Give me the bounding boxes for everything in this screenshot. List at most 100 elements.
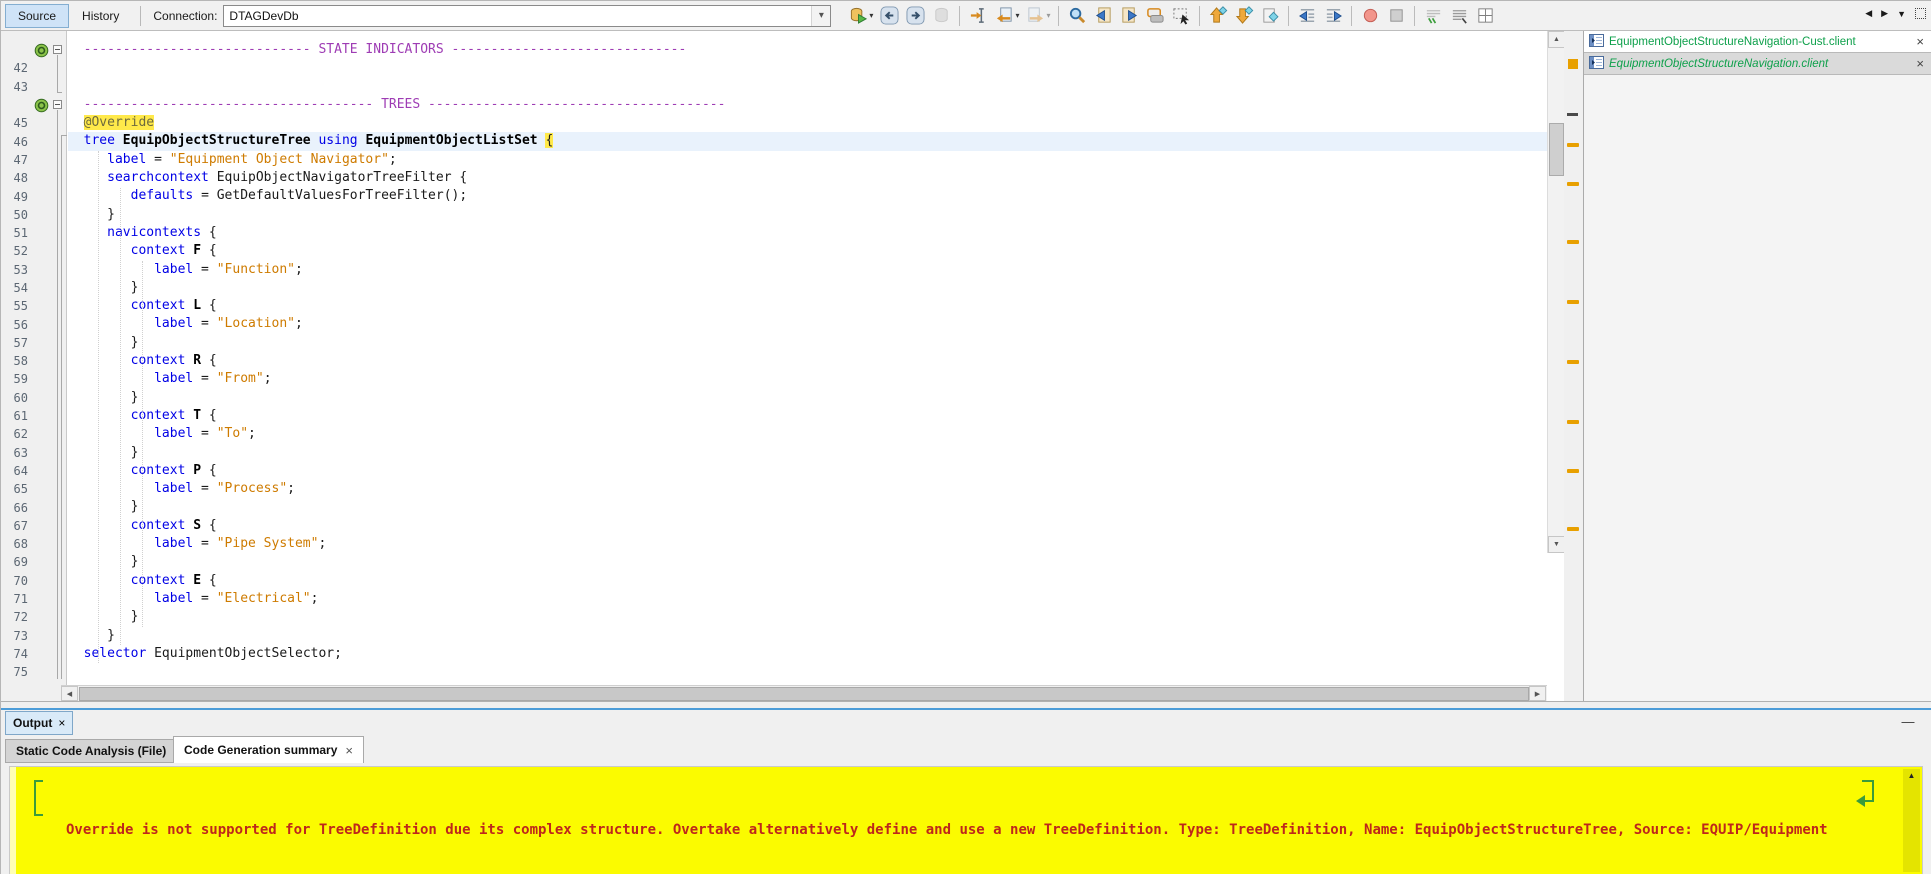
code-line[interactable]: 43 <box>1 78 1547 96</box>
code-line[interactable]: 70 context E { <box>1 572 1547 590</box>
warning-mark[interactable] <box>1567 143 1579 147</box>
editor-horizontal-scrollbar[interactable]: ◀ ▶ <box>61 685 1547 701</box>
caret-position-mark[interactable] <box>1567 113 1578 116</box>
document-tab-cust-client[interactable]: EquipmentObjectStructureNavigation-Cust.… <box>1584 31 1931 53</box>
code-line[interactable]: 58 context R { <box>1 352 1547 370</box>
scroll-right-icon[interactable]: ▶ <box>1529 686 1546 701</box>
warning-mark[interactable] <box>1567 240 1579 244</box>
navigate-forward-button[interactable] <box>902 3 928 29</box>
error-stripe-summary-mark[interactable] <box>1568 59 1578 69</box>
toggle-rectangular-selection-button[interactable] <box>1168 3 1194 29</box>
vertical-scrollbar-thumb[interactable] <box>1549 123 1564 176</box>
code-line[interactable]: 42 <box>1 59 1547 77</box>
code-line[interactable]: 64 context P { <box>1 462 1547 480</box>
warning-mark[interactable] <box>1567 360 1579 364</box>
history-tab[interactable]: History <box>69 4 132 28</box>
warning-mark[interactable] <box>1567 420 1579 424</box>
shift-line-right-button[interactable] <box>1320 3 1346 29</box>
toggle-bookmark-button[interactable] <box>1257 3 1283 29</box>
code-line[interactable]: 50 } <box>1 206 1547 224</box>
navigate-back-button[interactable] <box>876 3 902 29</box>
tab-list-icon[interactable]: ▼ <box>1897 9 1906 19</box>
run-database-button[interactable]: ▾ <box>845 3 876 29</box>
jump-forward-button[interactable]: ▾ <box>1022 3 1053 29</box>
document-tab-base-client[interactable]: EquipmentObjectStructureNavigation.clien… <box>1584 53 1931 75</box>
warning-mark[interactable] <box>1567 469 1579 473</box>
code-line[interactable]: 59 label = "From"; <box>1 370 1547 388</box>
code-line[interactable]: ----------------------------- STATE INDI… <box>1 41 1547 59</box>
database-disabled-button[interactable] <box>928 3 954 29</box>
start-macro-recording-button[interactable] <box>1357 3 1383 29</box>
warning-mark[interactable] <box>1567 300 1579 304</box>
shift-line-left-button[interactable] <box>1294 3 1320 29</box>
scroll-up-icon[interactable]: ▲ <box>1903 771 1920 780</box>
code-line[interactable]: 67 context S { <box>1 517 1547 535</box>
scroll-up-icon[interactable]: ▲ <box>1548 31 1565 48</box>
horizontal-scrollbar-thumb[interactable] <box>79 687 1529 701</box>
code-line[interactable]: 57 } <box>1 334 1547 352</box>
warning-mark[interactable] <box>1567 182 1579 186</box>
code-line[interactable]: 61 context T { <box>1 407 1547 425</box>
code-line[interactable]: 66 } <box>1 498 1547 516</box>
code-line[interactable]: 60 } <box>1 389 1547 407</box>
chevron-down-icon[interactable]: ▾ <box>811 6 830 26</box>
code-line[interactable]: 51 navicontexts { <box>1 224 1547 242</box>
code-line[interactable]: 52 context F { <box>1 242 1547 260</box>
panel-splitter[interactable] <box>1 701 1931 708</box>
comment-button[interactable] <box>1420 3 1446 29</box>
code-line[interactable]: 62 label = "To"; <box>1 425 1547 443</box>
code-line[interactable]: 47 label = "Equipment Object Navigator"; <box>1 151 1547 169</box>
next-bookmark-button[interactable] <box>1231 3 1257 29</box>
code-line[interactable]: 72 } <box>1 608 1547 626</box>
code-line[interactable]: 74 selector EquipmentObjectSelector; <box>1 645 1547 663</box>
code-line[interactable]: 65 label = "Process"; <box>1 480 1547 498</box>
find-previous-occurrence-button[interactable] <box>1090 3 1116 29</box>
editor-vertical-scrollbar[interactable]: ▲ ▼ <box>1547 31 1564 553</box>
find-next-occurrence-button[interactable] <box>1116 3 1142 29</box>
code-line[interactable]: 54 } <box>1 279 1547 297</box>
output-vertical-scrollbar[interactable]: ▲ <box>1903 769 1920 872</box>
uncomment-button[interactable] <box>1446 3 1472 29</box>
code-line[interactable]: 49 defaults = GetDefaultValuesForTreeFil… <box>1 187 1547 205</box>
tab-scroll-left-icon[interactable]: ◀ <box>1865 8 1872 19</box>
dropdown-arrow-icon[interactable]: ▾ <box>1015 11 1019 20</box>
last-edit-location-button[interactable] <box>965 3 991 29</box>
code-line[interactable]: 75 <box>1 663 1547 681</box>
annotation-glyph-icon[interactable] <box>31 43 51 58</box>
stop-macro-recording-button[interactable] <box>1383 3 1409 29</box>
code-line[interactable]: 53 label = "Function"; <box>1 261 1547 279</box>
code-line[interactable]: 73 } <box>1 627 1547 645</box>
close-icon[interactable]: × <box>58 716 65 730</box>
tab-code-generation-summary[interactable]: Code Generation summary × <box>173 736 364 763</box>
fold-collapse-icon[interactable] <box>53 45 62 54</box>
code-line[interactable]: ------------------------------------- TR… <box>1 96 1547 114</box>
fold-collapse-icon[interactable] <box>53 100 62 109</box>
source-tab[interactable]: Source <box>5 4 69 28</box>
code-line[interactable]: 55 context L { <box>1 297 1547 315</box>
code-line[interactable]: 71 label = "Electrical"; <box>1 590 1547 608</box>
minimize-output-icon[interactable]: — <box>1896 713 1920 731</box>
maximize-window-icon[interactable] <box>1915 8 1926 19</box>
dropdown-arrow-icon[interactable]: ▾ <box>869 11 873 20</box>
code-line[interactable]: 68 label = "Pipe System"; <box>1 535 1547 553</box>
dropdown-arrow-icon[interactable]: ▾ <box>1046 11 1050 20</box>
close-icon[interactable]: × <box>1914 56 1926 71</box>
paste-formatted-button[interactable] <box>1472 3 1498 29</box>
code-line[interactable]: 48 searchcontext EquipObjectNavigatorTre… <box>1 169 1547 187</box>
close-icon[interactable]: × <box>345 743 353 758</box>
tab-static-code-analysis[interactable]: Static Code Analysis (File) × <box>5 739 193 763</box>
tab-scroll-right-icon[interactable]: ▶ <box>1881 8 1888 19</box>
code-line[interactable]: 45 @Override <box>1 114 1547 132</box>
jump-back-button[interactable]: ▾ <box>991 3 1022 29</box>
scroll-down-icon[interactable]: ▼ <box>1548 536 1565 553</box>
previous-bookmark-button[interactable] <box>1205 3 1231 29</box>
code-line[interactable]: 69 } <box>1 553 1547 571</box>
code-line[interactable]: 56 label = "Location"; <box>1 315 1547 333</box>
connection-select[interactable]: DTAGDevDb ▾ <box>223 5 831 27</box>
close-icon[interactable]: × <box>1914 34 1926 49</box>
find-button[interactable] <box>1064 3 1090 29</box>
output-window-tab[interactable]: Output × <box>5 711 73 735</box>
code-line[interactable]: 46 tree EquipObjectStructureTree using E… <box>1 132 1547 150</box>
annotation-glyph-icon[interactable] <box>31 98 51 113</box>
code-line[interactable]: 63 } <box>1 444 1547 462</box>
